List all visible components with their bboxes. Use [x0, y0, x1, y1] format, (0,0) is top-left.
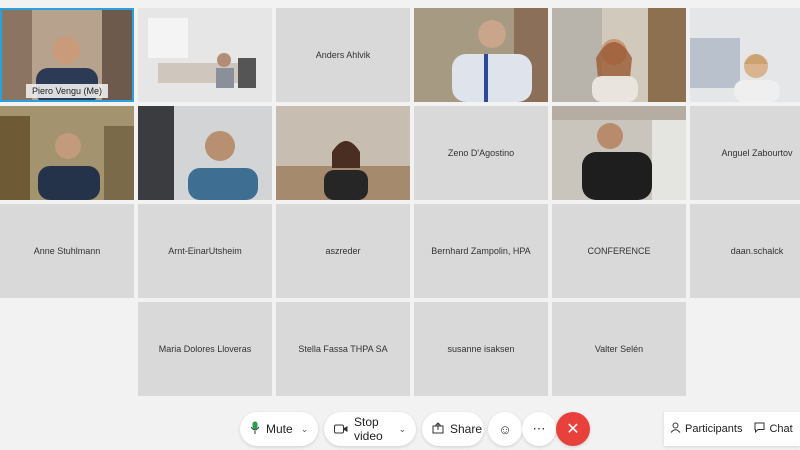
participant-name: daan.schalck: [730, 246, 784, 256]
chat-button[interactable]: Chat: [748, 422, 798, 436]
participant-name: Zeno D'Agostino: [447, 148, 515, 158]
share-button[interactable]: Share: [422, 412, 484, 446]
share-icon: [432, 421, 444, 437]
chat-icon: [754, 422, 765, 436]
participant-tile[interactable]: susanne isaksen: [414, 302, 548, 396]
participant-name: Anne Stuhlmann: [33, 246, 101, 256]
participant-tile[interactable]: Arnt-EinarUtsheim: [138, 204, 272, 298]
participant-name: Stella Fassa THPA SA: [298, 344, 388, 354]
participant-name: Anders Ahlvik: [315, 50, 371, 60]
participant-name: Valter Selén: [594, 344, 644, 354]
participant-video: [552, 8, 686, 102]
participants-label: Participants: [685, 423, 743, 435]
participant-tile[interactable]: [276, 106, 410, 200]
participant-video: [138, 8, 272, 102]
chevron-down-icon[interactable]: ⌄: [301, 424, 309, 435]
participant-tile[interactable]: Anne Stuhlmann: [0, 204, 134, 298]
share-label: Share: [450, 422, 483, 436]
participant-name: Arnt-EinarUtsheim: [168, 246, 242, 256]
panel-buttons: Participants Chat: [664, 412, 800, 446]
participant-tile-self[interactable]: Piero Vengu (Me): [0, 8, 134, 102]
participant-video: [138, 106, 272, 200]
participant-name: susanne isaksen: [447, 344, 515, 354]
mic-icon: [250, 421, 260, 438]
participant-tile[interactable]: CONFERENCE: [552, 204, 686, 298]
participant-tile[interactable]: Bernhard Zampolin, HPA: [414, 204, 548, 298]
participant-tile[interactable]: [414, 8, 548, 102]
self-name-label: Piero Vengu (Me): [25, 84, 109, 98]
participant-name: Anguel Zabourtov: [721, 148, 793, 158]
more-icon: ⋯: [532, 421, 546, 436]
chat-label: Chat: [769, 423, 793, 435]
more-options-button[interactable]: ⋯: [522, 412, 556, 446]
meeting-controls: Mute ⌄ Stop video ⌄ Share ☺ ⋯ ✕ Particip…: [0, 400, 800, 450]
participant-tile[interactable]: [138, 106, 272, 200]
participant-video: [552, 106, 686, 200]
participant-video: [276, 106, 410, 200]
participant-tile[interactable]: [690, 8, 800, 102]
reactions-icon: ☺: [498, 421, 512, 437]
participant-name: Maria Dolores Lloveras: [158, 344, 252, 354]
chevron-down-icon[interactable]: ⌄: [398, 424, 406, 435]
participant-video: [414, 8, 548, 102]
participant-name: Bernhard Zampolin, HPA: [431, 246, 531, 256]
stop-video-label: Stop video: [354, 415, 383, 443]
participant-tile[interactable]: Zeno D'Agostino: [414, 106, 548, 200]
mute-label: Mute: [266, 422, 293, 436]
participant-tile[interactable]: Anders Ahlvik: [276, 8, 410, 102]
participants-button[interactable]: Participants: [664, 422, 748, 436]
end-call-icon: ✕: [566, 421, 580, 438]
participant-tile[interactable]: Anguel Zabourtov: [690, 106, 800, 200]
participant-tile[interactable]: aszreder: [276, 204, 410, 298]
participant-grid: Piero Vengu (Me) Anders Ahlvik Zeno D'Ag…: [0, 0, 800, 400]
participant-video: [0, 106, 134, 200]
participant-tile[interactable]: Valter Selén: [552, 302, 686, 396]
participant-tile[interactable]: Maria Dolores Lloveras: [138, 302, 272, 396]
end-call-button[interactable]: ✕: [556, 412, 590, 446]
stop-video-button[interactable]: Stop video ⌄: [324, 412, 416, 446]
participant-tile[interactable]: Stella Fassa THPA SA: [276, 302, 410, 396]
reactions-button[interactable]: ☺: [488, 412, 522, 446]
participants-icon: [670, 422, 681, 436]
participant-tile[interactable]: [0, 106, 134, 200]
participant-tile[interactable]: [552, 106, 686, 200]
participant-tile[interactable]: daan.schalck: [690, 204, 800, 298]
participant-tile[interactable]: [138, 8, 272, 102]
participant-name: aszreder: [325, 246, 361, 256]
participant-tile[interactable]: [552, 8, 686, 102]
participant-video: [690, 8, 800, 102]
participant-name: CONFERENCE: [587, 246, 651, 256]
video-icon: [334, 422, 348, 437]
mute-button[interactable]: Mute ⌄: [240, 412, 318, 446]
